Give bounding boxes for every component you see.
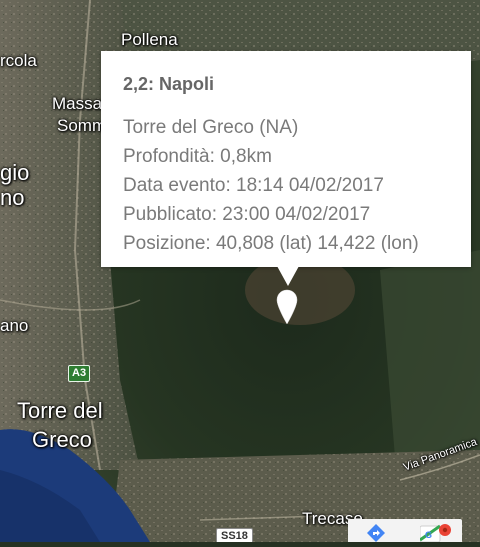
info-event-date: Data evento: 18:14 04/02/2017 <box>123 175 384 196</box>
map-label-no: no <box>0 185 25 210</box>
map-label-ercolano: rcola <box>0 51 37 70</box>
directions-icon[interactable] <box>366 523 386 547</box>
map-label-greco: Greco <box>32 427 92 452</box>
map-marker-icon[interactable] <box>276 289 298 330</box>
info-depth: Profondità: 0,8km <box>123 146 272 167</box>
info-window-tail <box>277 266 299 286</box>
map-toolbar: G <box>348 519 462 543</box>
info-window: 2,2: Napoli Torre del Greco (NA) Profond… <box>101 51 471 267</box>
google-maps-icon[interactable]: G <box>419 522 454 547</box>
map-label-somma: Somm <box>57 116 107 135</box>
info-window-title: 2,2: Napoli <box>123 74 215 94</box>
svg-text:G: G <box>425 530 432 540</box>
info-position: Posizione: 40,808 (lat) 14,422 (lon) <box>123 233 419 254</box>
map-label-torre-del: Torre del <box>17 398 103 423</box>
road-sign-ss18: SS18 <box>216 528 253 542</box>
highway-shield-a3: A3 <box>68 365 91 382</box>
map-label-ano: ano <box>0 316 29 335</box>
map-label-massa: Massa <box>52 94 103 113</box>
map-label-giorgio: gio <box>0 160 30 185</box>
map-label-pollena: Pollena <box>121 30 178 49</box>
info-published-date: Pubblicato: 23:00 04/02/2017 <box>123 204 371 225</box>
info-location: Torre del Greco (NA) <box>123 117 299 138</box>
